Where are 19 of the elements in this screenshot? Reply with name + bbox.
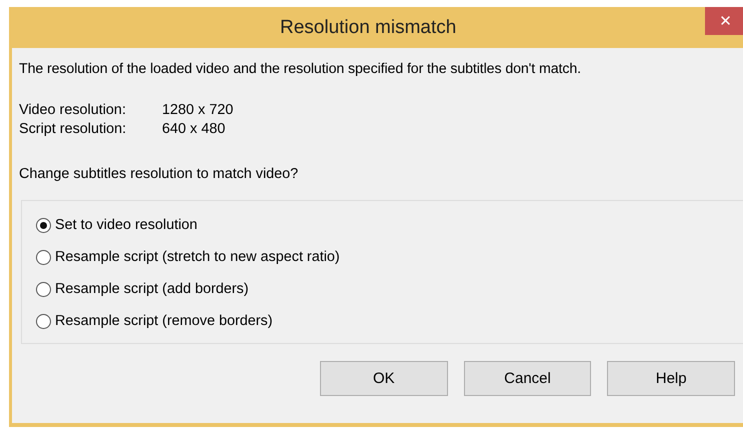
dialog-button[interactable]: OK: [320, 361, 448, 396]
radio-button[interactable]: [36, 314, 51, 328]
detail-label: Video resolution:: [19, 102, 127, 118]
radio-option[interactable]: Set to video resolution: [36, 217, 198, 233]
dialog-button[interactable]: Help: [607, 361, 736, 396]
detail-label: Script resolution:: [19, 121, 128, 137]
close-button[interactable]: ✕: [705, 7, 743, 35]
window-title: Resolution mismatch: [280, 16, 456, 38]
detail-value: 640 x 480: [162, 121, 226, 137]
radio-option[interactable]: Resample script (add borders): [36, 281, 249, 297]
radio-button[interactable]: [36, 282, 51, 296]
radio-option[interactable]: Resample script (remove borders): [36, 313, 273, 329]
radio-button[interactable]: [36, 218, 51, 232]
radio-option[interactable]: Resample script (stretch to new aspect ratio): [36, 249, 340, 265]
radio-button[interactable]: [36, 250, 51, 264]
question-text: Change subtitles resolution to match video?: [19, 166, 300, 182]
message-text: The resolution of the loaded video and the resolution specified for the subtitles don't match.: [19, 61, 582, 77]
dialog-button[interactable]: Cancel: [464, 361, 592, 396]
detail-value: 1280 x 720: [162, 102, 234, 118]
